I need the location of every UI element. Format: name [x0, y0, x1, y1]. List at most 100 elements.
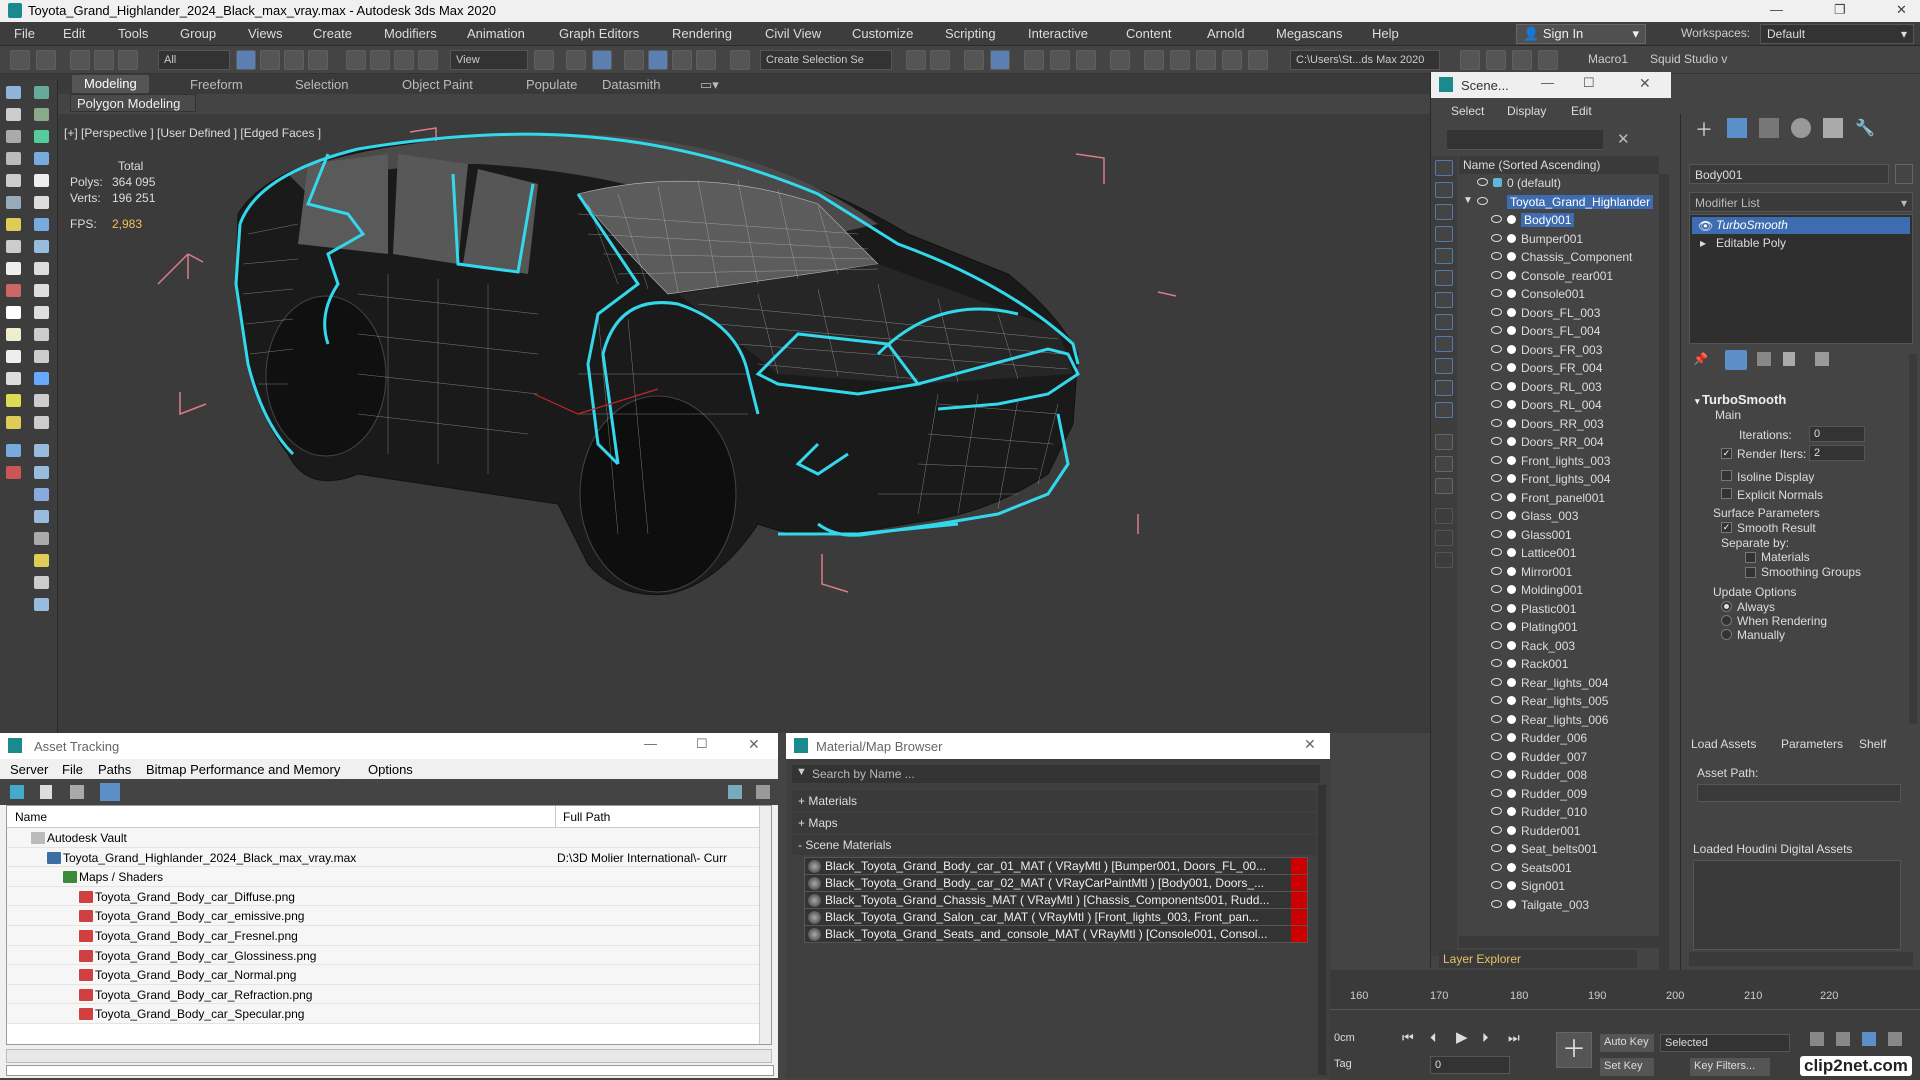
tab-datasmith[interactable]: Datasmith	[602, 77, 661, 92]
scene-object-row[interactable]: Lattice001	[1459, 544, 1659, 563]
modify-tab-icon[interactable]	[1727, 118, 1747, 138]
visibility-icon[interactable]	[1491, 862, 1502, 871]
assets-hscrollbar[interactable]	[1689, 952, 1913, 966]
tab-object-paint[interactable]: Object Paint	[402, 77, 473, 92]
tool-icon[interactable]	[6, 466, 21, 479]
visibility-icon[interactable]	[1491, 326, 1502, 334]
scene-object-row[interactable]: Rear_lights_004	[1459, 674, 1659, 693]
display-cameras-icon[interactable]	[1435, 248, 1453, 264]
set-key-button[interactable]: Set Key	[1600, 1058, 1654, 1076]
visibility-icon[interactable]	[1491, 492, 1502, 501]
menu-help[interactable]: Help	[1372, 26, 1399, 41]
set-key-icon[interactable]: ＋	[1556, 1032, 1592, 1068]
tab-modeling[interactable]: Modeling	[72, 75, 149, 93]
field-of-view-icon[interactable]	[1888, 1032, 1902, 1046]
tool-icon[interactable]	[6, 108, 21, 121]
scene-object-row[interactable]: Front_lights_003	[1459, 452, 1659, 471]
tab-shelf[interactable]: Shelf	[1859, 737, 1886, 751]
menu-file[interactable]: File	[62, 762, 83, 777]
display-all-icon[interactable]	[1435, 456, 1453, 472]
menu-select[interactable]: Select	[1451, 104, 1484, 118]
tool-icon[interactable]	[6, 174, 21, 187]
scene-object-row[interactable]: Doors_FL_003	[1459, 304, 1659, 323]
visibility-icon[interactable]	[1491, 677, 1502, 686]
scene-object-row[interactable]: Doors_RR_003	[1459, 415, 1659, 434]
close-icon[interactable]: ✕	[1639, 75, 1651, 92]
menu-views[interactable]: Views	[248, 26, 282, 41]
scene-material-row[interactable]: Black_Toyota_Grand_Seats_and_console_MAT…	[804, 925, 1308, 943]
command-panel-scrollbar[interactable]	[1909, 354, 1917, 724]
tool-icon[interactable]	[34, 262, 49, 275]
align-icon[interactable]	[930, 50, 950, 70]
visibility-icon[interactable]	[1491, 270, 1502, 279]
tool-icon[interactable]	[34, 174, 49, 187]
save-icon[interactable]	[1486, 50, 1506, 70]
scene-object-row[interactable]: Chassis_Component	[1459, 248, 1659, 267]
asset-row[interactable]: Toyota_Grand_Body_car_Specular.png	[7, 1004, 767, 1024]
display-bones-icon[interactable]	[1435, 358, 1453, 374]
tool-icon[interactable]	[6, 416, 21, 429]
select-manipulate-icon[interactable]	[566, 50, 586, 70]
motion-tab-icon[interactable]	[1791, 118, 1811, 138]
render-setup-icon[interactable]	[1144, 50, 1164, 70]
scene-list-hscrollbar[interactable]	[1459, 936, 1659, 948]
scene-object-row[interactable]: Rudder_006	[1459, 729, 1659, 748]
open-icon[interactable]	[1512, 50, 1532, 70]
tool-icon[interactable]	[34, 328, 49, 341]
current-frame-field[interactable]: 0	[1430, 1056, 1510, 1074]
display-lights-icon[interactable]	[1435, 226, 1453, 242]
material-search-input[interactable]: Search by Name ...	[792, 765, 1320, 783]
project-folder-icon[interactable]	[1460, 50, 1480, 70]
display-frozen-icon[interactable]	[1435, 402, 1453, 418]
visibility-icon[interactable]	[1491, 714, 1502, 723]
scene-object-row[interactable]: Front_lights_004	[1459, 470, 1659, 489]
visibility-icon[interactable]	[1491, 825, 1502, 834]
visibility-icon[interactable]	[1491, 807, 1502, 815]
angle-snap-icon[interactable]	[648, 50, 668, 70]
visibility-icon[interactable]	[1477, 196, 1488, 205]
ribbon-options-icon[interactable]: ▭▾	[700, 77, 719, 93]
scene-object-row[interactable]: Front_panel001	[1459, 489, 1659, 508]
select-object-icon[interactable]	[236, 50, 256, 70]
edit-named-selection-icon[interactable]	[730, 50, 750, 70]
tool-icon[interactable]	[34, 152, 49, 165]
column-name[interactable]: Name	[15, 810, 47, 824]
column-full-path[interactable]: Full Path	[563, 810, 610, 824]
display-shapes-icon[interactable]	[1435, 204, 1453, 220]
scene-object-row[interactable]: Rudder_009	[1459, 785, 1659, 804]
key-selection-dropdown[interactable]: Selected	[1660, 1034, 1790, 1052]
scene-object-row[interactable]: Console001	[1459, 285, 1659, 304]
place-icon[interactable]	[418, 50, 438, 70]
menu-content[interactable]: Content	[1126, 26, 1172, 41]
restore-icon[interactable]: ☐	[696, 736, 708, 752]
auto-key-button[interactable]: Auto Key	[1600, 1034, 1654, 1052]
squid-studio-label[interactable]: Squid Studio v	[1650, 52, 1727, 66]
refresh-icon[interactable]	[10, 785, 24, 799]
smoothing-groups-checkbox[interactable]	[1745, 567, 1756, 578]
scene-object-row[interactable]: Rack001	[1459, 655, 1659, 674]
render-activeshade-icon[interactable]	[1248, 50, 1268, 70]
when-rendering-radio[interactable]	[1721, 615, 1732, 626]
material-browser-scrollbar[interactable]	[1318, 785, 1326, 1075]
scene-object-row[interactable]: Molding001	[1459, 581, 1659, 600]
asset-row[interactable]: Toyota_Grand_Body_car_Glossiness.png	[7, 945, 767, 966]
menu-civil-view[interactable]: Civil View	[765, 26, 821, 41]
visibility-icon[interactable]	[1491, 455, 1502, 464]
visibility-icon[interactable]	[1491, 881, 1502, 889]
redo-icon[interactable]	[36, 50, 56, 70]
tool-icon[interactable]	[34, 218, 49, 231]
group-scene-materials[interactable]: - Scene Materials	[792, 835, 1316, 855]
toggle-layer-explorer-icon[interactable]	[990, 50, 1010, 70]
menu-scripting[interactable]: Scripting	[945, 26, 996, 41]
tool-icon[interactable]	[6, 86, 21, 99]
tool-icon[interactable]	[34, 284, 49, 297]
visibility-icon[interactable]	[1491, 770, 1502, 778]
menu-customize[interactable]: Customize	[852, 26, 913, 41]
lock-icon[interactable]	[1435, 552, 1453, 568]
scene-list-scrollbar[interactable]	[1659, 174, 1669, 994]
menu-server[interactable]: Server	[10, 762, 48, 777]
tool-icon[interactable]	[34, 554, 49, 567]
scene-object-row[interactable]: Sign001	[1459, 877, 1659, 896]
tool-icon[interactable]	[34, 394, 49, 407]
tool-icon[interactable]	[6, 218, 21, 231]
